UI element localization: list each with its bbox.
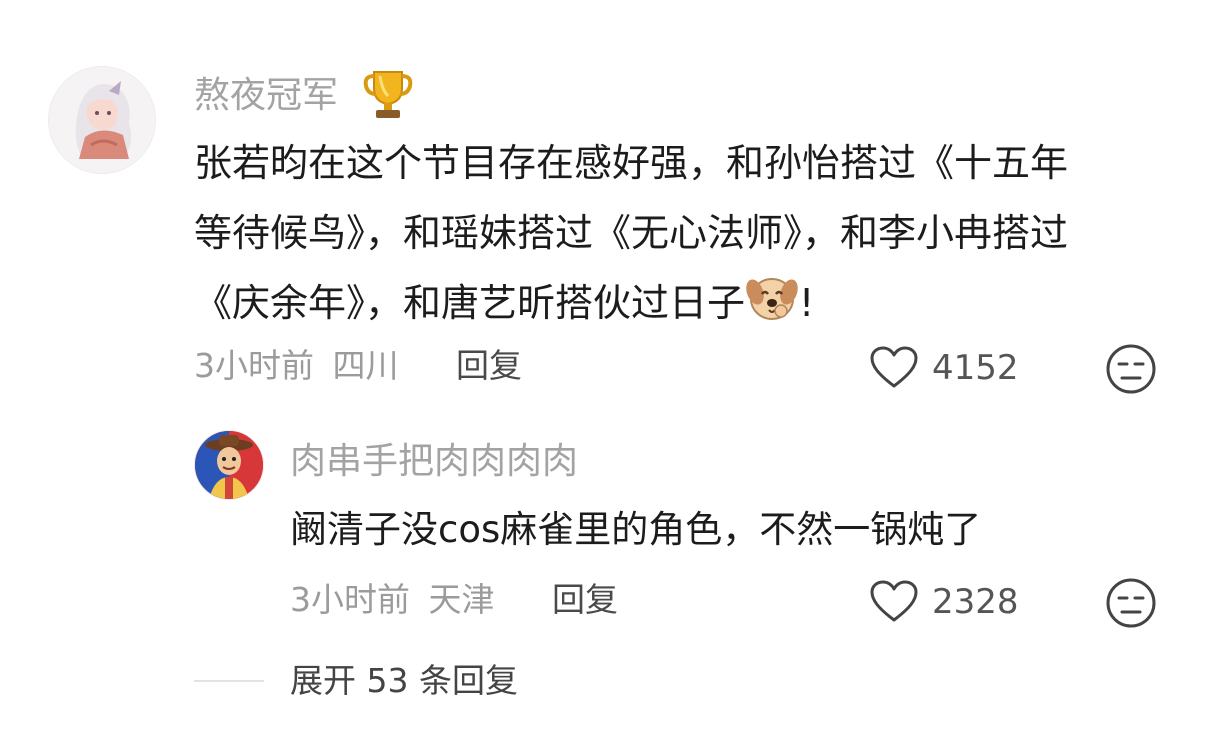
comment-time: 3小时前 [194,346,314,385]
unamused-face-icon [1106,578,1156,628]
comment-text-line1: 张若昀在这个节目存在感好强，和孙怡搭过《十五年 [194,141,1069,185]
reply-meta: 3小时前 天津 [290,580,495,620]
avatar-commenter[interactable] [48,66,156,174]
comment-text-line2: 等待候鸟》，和瑶妹搭过《无心法师》，和李小冉搭过 [194,211,1069,255]
reply-time: 3小时前 [290,580,410,619]
puppy-face-emoji-icon [745,270,799,324]
reply-dislike-button[interactable] [1104,576,1158,630]
replier-username[interactable]: 肉串手把肉肉肉肉 [290,440,578,484]
comment-dislike-button[interactable] [1104,342,1158,396]
avatar-illustration [49,67,155,173]
reply-like-button[interactable]: 2328 [868,574,1019,630]
heart-icon [868,576,920,628]
comment-text-line3: 《庆余年》，和唐艺昕搭伙过日子 ! [194,268,1174,338]
expand-replies-button[interactable]: 展开 53 条回复 [290,661,518,701]
comment-reply-button[interactable]: 回复 [456,346,522,386]
trophy-icon [362,66,414,122]
reply-location: 天津 [428,580,495,619]
heart-icon [868,342,920,394]
comment-like-button[interactable]: 4152 [868,340,1019,396]
commenter-username[interactable]: 熬夜冠军 [194,74,338,118]
comment-location: 四川 [332,346,399,385]
reply-reply-button[interactable]: 回复 [552,580,618,620]
unamused-face-icon [1106,344,1156,394]
comment-like-count: 4152 [932,348,1019,388]
comment-text: 张若昀在这个节目存在感好强，和孙怡搭过《十五年 等待候鸟》，和瑶妹搭过《无心法师… [194,128,1174,338]
avatar-illustration [195,431,263,499]
expand-divider [194,680,264,682]
comment-meta: 3小时前 四川 [194,346,399,386]
reply-text: 阚清子没cos麻雀里的角色，不然一锅炖了 [290,508,982,551]
avatar-replier[interactable] [194,430,264,500]
comment-text-line3-body: 《庆余年》，和唐艺昕搭伙过日子 [194,281,746,325]
reply-like-count: 2328 [932,582,1019,622]
comment-text-end: ! [799,281,815,325]
